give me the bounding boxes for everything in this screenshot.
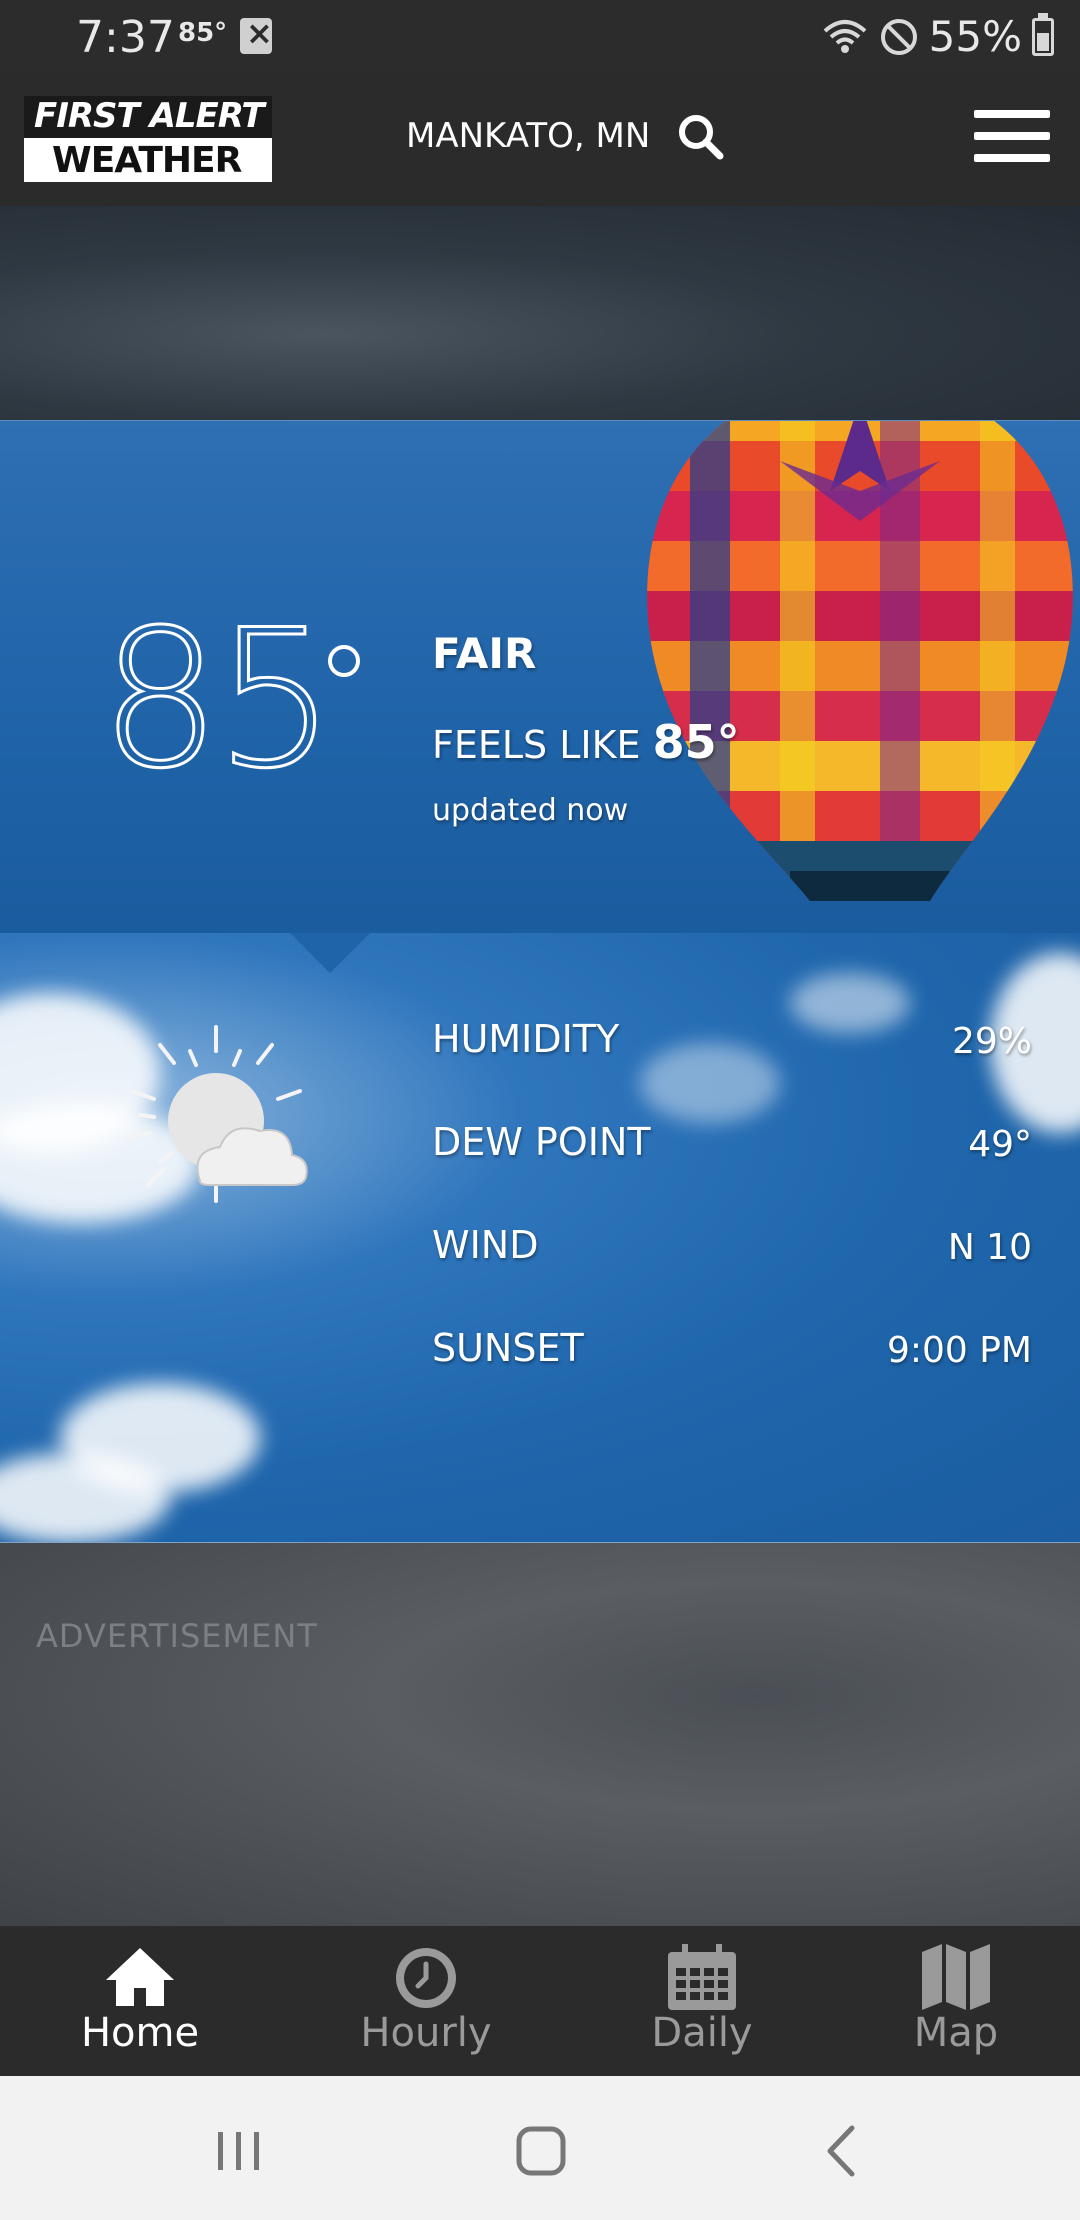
status-time: 7:37 — [76, 12, 175, 63]
nav-home[interactable]: Home — [10, 1926, 270, 2076]
panel-caret — [290, 933, 370, 973]
hamburger-menu-icon[interactable] — [974, 110, 1050, 166]
location-label[interactable]: MANKATO, MN — [406, 116, 650, 156]
home-button-icon[interactable] — [506, 2116, 576, 2186]
nav-map[interactable]: Map — [826, 1926, 1080, 2076]
bottom-nav: Home Hourly Daily Map — [0, 1926, 1080, 2076]
logo-bottom-text: WEATHER — [52, 140, 242, 181]
condition-text: FAIR — [432, 629, 537, 678]
status-temp: 85° — [178, 18, 228, 48]
advertisement-label: ADVERTISEMENT — [36, 1617, 318, 1655]
sunset-value: 9:00 PM — [886, 1330, 1032, 1371]
clock-icon — [396, 1948, 456, 2008]
wind-value: N 10 — [947, 1227, 1032, 1268]
wifi-icon — [823, 19, 866, 53]
map-icon — [922, 1944, 990, 2010]
current-conditions-panel: 85 FAIR FEELS LIKE 85° updated now — [0, 420, 1080, 933]
updated-text: updated now — [432, 793, 629, 828]
humidity-label: HUMIDITY — [432, 1017, 620, 1061]
recent-apps-icon[interactable] — [204, 2116, 274, 2186]
detail-row-dew-point: DEW POINT 49° — [432, 1120, 1032, 1180]
search-icon[interactable] — [676, 112, 726, 162]
battery-percent: 55% — [928, 12, 1022, 61]
back-icon[interactable] — [808, 2116, 878, 2186]
feels-like-value: 85° — [652, 715, 740, 769]
sunset-label: SUNSET — [432, 1326, 584, 1370]
calendar-icon — [668, 1944, 736, 2010]
status-right: 55% — [821, 12, 1054, 61]
nav-home-label: Home — [80, 2010, 200, 2056]
nav-hourly[interactable]: Hourly — [296, 1926, 556, 2076]
do-not-disturb-icon — [880, 18, 917, 55]
hot-air-balloon-image — [647, 421, 1073, 901]
humidity-value: 29% — [951, 1021, 1032, 1062]
wind-label: WIND — [432, 1223, 539, 1267]
app-header: FIRST ALERT WEATHER MANKATO, MN — [0, 72, 1080, 206]
feels-like: FEELS LIKE 85° — [432, 715, 740, 769]
current-temperature: 85 — [99, 589, 338, 810]
first-alert-weather-logo[interactable]: FIRST ALERT WEATHER — [24, 96, 272, 182]
status-bar: 7:37 85° 55% — [0, 0, 1080, 72]
nav-hourly-label: Hourly — [360, 2010, 492, 2056]
notification-icon — [240, 14, 273, 54]
logo-top-text: FIRST ALERT — [34, 96, 265, 136]
battery-icon — [1032, 12, 1054, 56]
nav-daily[interactable]: Daily — [572, 1926, 832, 2076]
system-nav-bar — [0, 2076, 1080, 2220]
banner-background — [0, 206, 1080, 420]
details-panel: HUMIDITY 29% DEW POINT 49° WIND N 10 SUN… — [0, 933, 1080, 1543]
dew-point-value: 49° — [968, 1124, 1032, 1165]
nav-daily-label: Daily — [651, 2010, 753, 2056]
detail-row-wind: WIND N 10 — [432, 1223, 1032, 1283]
partly-sunny-icon — [124, 1025, 308, 1203]
advertisement-area[interactable]: ADVERTISEMENT — [0, 1543, 1080, 1926]
detail-row-sunset: SUNSET 9:00 PM — [432, 1326, 1032, 1386]
degree-symbol — [328, 645, 360, 677]
feels-like-label: FEELS LIKE — [432, 723, 641, 767]
nav-map-label: Map — [913, 2010, 999, 2056]
detail-row-humidity: HUMIDITY 29% — [432, 1017, 1032, 1077]
home-icon — [106, 1948, 174, 2006]
dew-point-label: DEW POINT — [432, 1120, 651, 1164]
